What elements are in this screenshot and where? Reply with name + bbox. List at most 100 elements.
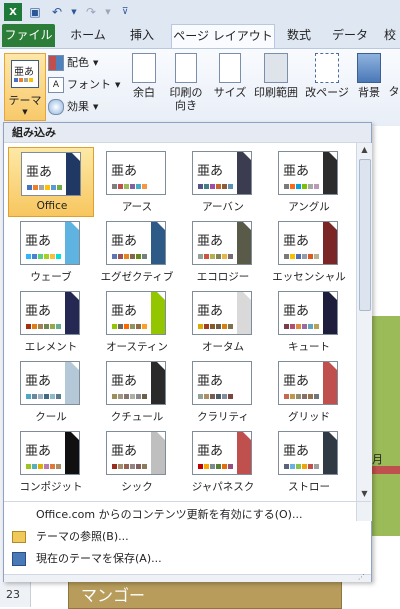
color-swatch xyxy=(302,464,307,469)
theme-tile[interactable]: 亜あ Office xyxy=(8,147,94,217)
background-button[interactable]: 背景 xyxy=(352,53,386,123)
theme-sample-text: 亜あ xyxy=(197,444,224,459)
theme-tile[interactable]: 亜あ シック xyxy=(94,427,180,497)
color-swatch xyxy=(38,394,43,399)
theme-tile[interactable]: 亜あ エグゼクティブ xyxy=(94,217,180,287)
breaks-icon xyxy=(315,53,339,83)
tab-review[interactable]: 校 xyxy=(380,24,400,47)
tab-formulas[interactable]: 数式 xyxy=(278,24,320,47)
theme-thumbnail: 亜あ xyxy=(106,151,166,195)
colors-button[interactable]: 配色 ▼ xyxy=(48,53,98,73)
theme-tile[interactable]: 亜あ エッセンシャル xyxy=(266,217,352,287)
margins-button[interactable]: 余白 xyxy=(124,53,164,123)
color-swatch xyxy=(26,464,31,469)
color-swatch xyxy=(118,324,123,329)
excel-icon[interactable]: X xyxy=(4,3,22,21)
theme-swatches xyxy=(198,184,234,189)
color-swatch xyxy=(142,254,147,259)
color-swatch xyxy=(112,254,117,259)
theme-swatches xyxy=(26,464,62,469)
save-icon[interactable]: ▣ xyxy=(26,3,44,21)
page-fold-icon xyxy=(243,152,251,160)
theme-name: ウェーブ xyxy=(30,271,72,283)
themes-button[interactable]: 亜あ テーマ ▼ xyxy=(4,53,46,121)
color-swatch xyxy=(45,185,50,190)
redo-dropdown-icon[interactable]: ▼ xyxy=(104,3,112,21)
tab-page-layout[interactable]: ページ レイアウト xyxy=(171,24,275,49)
theme-tile[interactable]: 亜あ アーバン xyxy=(180,147,266,217)
color-swatch xyxy=(118,184,123,189)
color-swatch xyxy=(284,184,289,189)
theme-tile[interactable]: 亜あ オータム xyxy=(180,287,266,357)
tab-data[interactable]: データ xyxy=(324,24,376,47)
color-swatch xyxy=(296,394,301,399)
print-area-button[interactable]: 印刷範囲 xyxy=(250,53,302,123)
color-swatch xyxy=(198,254,203,259)
color-swatch xyxy=(32,254,37,259)
customize-qat-icon[interactable]: ⊽ xyxy=(116,3,134,21)
color-swatch xyxy=(26,324,31,329)
theme-tile[interactable]: 亜あジャパネスク xyxy=(180,427,266,497)
theme-sample-text: 亜あ xyxy=(25,234,52,249)
theme-tile[interactable]: 亜あ クラリティ xyxy=(180,357,266,427)
theme-sample-text: 亜あ xyxy=(25,444,52,459)
save-current-theme-command[interactable]: 現在のテーマを保存(A)... xyxy=(4,549,371,569)
theme-tile[interactable]: 亜あ グリッド xyxy=(266,357,352,427)
gallery-scrollbar[interactable]: ▲ ▼ xyxy=(356,143,372,521)
scroll-thumb[interactable] xyxy=(359,159,371,311)
theme-name: エッセンシャル xyxy=(272,271,346,283)
theme-sample-text: 亜あ xyxy=(111,304,138,319)
theme-tile[interactable]: 亜あ キュート xyxy=(266,287,352,357)
theme-tile[interactable]: 亜あ オースティン xyxy=(94,287,180,357)
fonts-button[interactable]: A フォント ▼ xyxy=(48,75,120,95)
color-swatch xyxy=(284,464,289,469)
theme-tile[interactable]: 亜あ アングル xyxy=(266,147,352,217)
color-swatch xyxy=(112,184,117,189)
tab-insert[interactable]: 挿入 xyxy=(118,24,166,47)
color-swatch xyxy=(228,394,233,399)
theme-tile[interactable]: 亜あウェーブ xyxy=(8,217,94,287)
enable-office-updates-label: Office.com からのコンテンツ更新を有効にする(O)... xyxy=(36,508,303,521)
page-fold-icon xyxy=(329,362,337,370)
redo-icon[interactable]: ↷ xyxy=(82,3,100,21)
theme-name: ジャパネスク xyxy=(191,481,255,493)
color-swatch xyxy=(210,324,215,329)
orientation-button[interactable]: 印刷の 向き xyxy=(164,53,208,123)
tab-file[interactable]: ファイル xyxy=(2,24,55,47)
color-swatch xyxy=(314,464,319,469)
color-swatch xyxy=(296,464,301,469)
tab-home[interactable]: ホーム xyxy=(62,24,114,47)
undo-dropdown-icon[interactable]: ▼ xyxy=(70,3,78,21)
color-swatch xyxy=(50,464,55,469)
enable-office-updates-command[interactable]: Office.com からのコンテンツ更新を有効にする(O)... xyxy=(4,505,371,525)
theme-tile[interactable]: 亜あ アース xyxy=(94,147,180,217)
undo-icon[interactable]: ↶ xyxy=(48,3,66,21)
theme-tile[interactable]: 亜あ エコロジー xyxy=(180,217,266,287)
theme-sample-text: 亜あ xyxy=(283,304,310,319)
color-swatch xyxy=(222,254,227,259)
theme-tile[interactable]: 亜あ コンポジット xyxy=(8,427,94,497)
row-number: 23 xyxy=(6,588,20,601)
theme-tile[interactable]: 亜あ ストロー xyxy=(266,427,352,497)
page-fold-icon xyxy=(243,362,251,370)
scroll-up-icon[interactable]: ▲ xyxy=(357,143,372,157)
theme-thumbnail: 亜あ xyxy=(278,361,338,405)
color-swatch xyxy=(222,324,227,329)
theme-tile[interactable]: 亜あ クチュール xyxy=(94,357,180,427)
breaks-button[interactable]: 改ページ xyxy=(304,53,350,123)
theme-swatches xyxy=(198,394,234,399)
theme-sample-text: 亜あ xyxy=(283,374,310,389)
browse-themes-command[interactable]: テーマの参照(B)... xyxy=(4,527,371,547)
page-fold-icon xyxy=(329,292,337,300)
theme-name: ストロー xyxy=(288,481,330,493)
color-swatch xyxy=(302,254,307,259)
effects-button[interactable]: 効果 ▼ xyxy=(48,97,98,117)
theme-tile[interactable]: 亜あ エレメント xyxy=(8,287,94,357)
scroll-down-icon[interactable]: ▼ xyxy=(357,487,372,501)
theme-tile[interactable]: 亜あ クール xyxy=(8,357,94,427)
color-swatch xyxy=(124,324,129,329)
size-button[interactable]: サイズ xyxy=(210,53,250,123)
print-area-icon xyxy=(264,53,288,83)
color-swatch xyxy=(142,464,147,469)
gallery-resize-handle[interactable]: ⋰ xyxy=(4,573,371,582)
